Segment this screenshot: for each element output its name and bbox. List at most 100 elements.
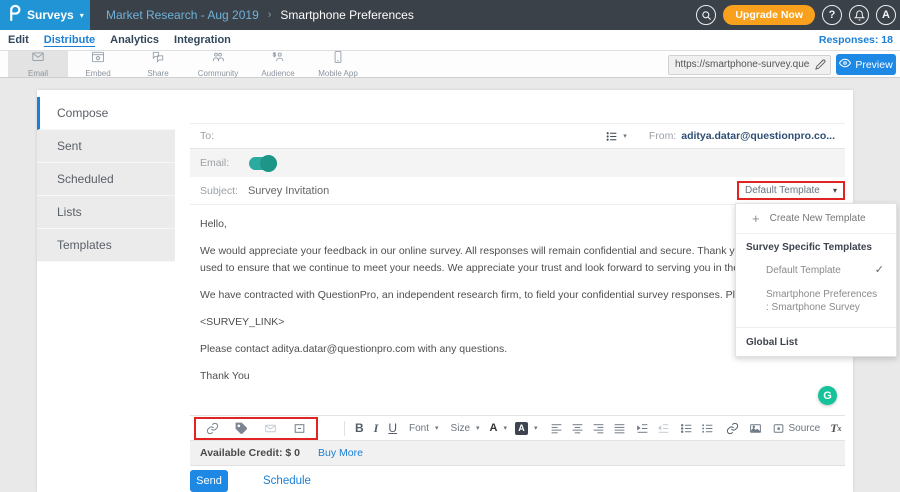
- channel-community[interactable]: Community: [188, 51, 248, 77]
- background-color-button[interactable]: A ▾: [515, 422, 538, 435]
- available-credit-label: Available Credit: $ 0: [200, 447, 300, 459]
- subject-label: Subject:: [200, 185, 238, 197]
- align-left-button[interactable]: [550, 422, 563, 435]
- survey-url-input[interactable]: [668, 55, 831, 75]
- hyperlink-button[interactable]: [726, 422, 739, 435]
- search-icon[interactable]: [696, 5, 716, 25]
- create-new-template-item[interactable]: + Create New Template: [736, 204, 896, 234]
- chevron-down-icon: ▾: [623, 132, 627, 140]
- questionpro-email-distribute-screen: Surveys ▾ Market Research - Aug 2019 › S…: [0, 0, 900, 492]
- breadcrumb: Market Research - Aug 2019 › Smartphone …: [106, 8, 414, 22]
- font-dropdown[interactable]: Font ▾: [409, 423, 439, 434]
- email-label: Email:: [200, 157, 229, 169]
- insert-link-icon[interactable]: [206, 422, 219, 435]
- community-icon: [211, 50, 225, 69]
- email-body-line: Thank You: [200, 368, 835, 385]
- global-list-header[interactable]: Global List: [736, 328, 896, 350]
- bold-button[interactable]: B: [355, 421, 364, 435]
- compose-footer: Send Schedule: [190, 466, 845, 492]
- email-template-icon[interactable]: [264, 422, 277, 435]
- template-dropdown-menu: + Create New Template Survey Specific Te…: [735, 203, 897, 357]
- buy-more-link[interactable]: Buy More: [318, 447, 363, 459]
- check-icon: ✓: [875, 263, 884, 276]
- tab-analytics[interactable]: Analytics: [110, 34, 159, 46]
- text-color-button[interactable]: A ▾: [490, 422, 507, 434]
- credit-row: Available Credit: $ 0 Buy More: [190, 441, 845, 466]
- notifications-bell-icon[interactable]: [849, 5, 869, 25]
- channel-embed[interactable]: Embed: [68, 51, 128, 77]
- sidebar-item-sent[interactable]: Sent: [37, 130, 175, 163]
- sidebar-item-lists[interactable]: Lists: [37, 196, 175, 229]
- template-option-default[interactable]: Default Template ✓: [736, 259, 896, 282]
- responses-count[interactable]: Responses: 18: [819, 34, 893, 46]
- survey-url-field: [668, 54, 831, 74]
- to-row: To: ▾ From: aditya.datar@questionpro.co.…: [190, 123, 845, 149]
- edit-url-pencil-icon[interactable]: [815, 57, 826, 75]
- subject-value[interactable]: Survey Invitation: [248, 185, 329, 197]
- breadcrumb-separator: ›: [268, 9, 272, 21]
- breadcrumb-parent[interactable]: Market Research - Aug 2019: [106, 8, 259, 22]
- template-select[interactable]: Default Template ▾: [737, 181, 845, 200]
- subject-row: Subject: Survey Invitation Default Templ…: [190, 177, 845, 205]
- to-label: To:: [200, 130, 214, 142]
- email-icon: [31, 50, 45, 69]
- topbar-actions: Upgrade Now ? A: [696, 5, 900, 25]
- sidebar-item-templates[interactable]: Templates: [37, 229, 175, 262]
- remove-format-button[interactable]: Tx: [830, 421, 841, 436]
- topbar: Surveys ▾ Market Research - Aug 2019 › S…: [0, 0, 900, 30]
- annotation-highlight-toolbar: [194, 417, 318, 440]
- embed-icon: [91, 50, 105, 69]
- help-button[interactable]: ?: [822, 5, 842, 25]
- bullet-list-button[interactable]: [680, 422, 693, 435]
- numbered-list-button[interactable]: [701, 422, 714, 435]
- avatar[interactable]: A: [876, 5, 896, 25]
- template-option-smartphone[interactable]: Smartphone Preferences : Smartphone Surv…: [736, 282, 896, 320]
- chevron-down-icon: ▾: [534, 424, 538, 432]
- channel-audience[interactable]: $ Audience: [248, 51, 308, 77]
- tab-distribute[interactable]: Distribute: [44, 34, 95, 46]
- chevron-down-icon: ▾: [435, 424, 439, 432]
- insert-image-button[interactable]: [749, 422, 762, 435]
- toolbar-divider: [344, 421, 345, 436]
- from-label: From:: [649, 130, 676, 142]
- align-center-button[interactable]: [571, 422, 584, 435]
- survey-subnav: Edit Distribute Analytics Integration Re…: [0, 30, 900, 51]
- survey-specific-templates-header: Survey Specific Templates: [736, 234, 896, 259]
- svg-text:$: $: [273, 52, 277, 58]
- chevron-down-icon: ▾: [833, 186, 837, 195]
- preview-button[interactable]: Preview: [836, 54, 896, 75]
- merge-tag-icon[interactable]: [235, 422, 248, 435]
- embed-field-icon[interactable]: [293, 422, 306, 435]
- email-compose-panel: Compose Sent Scheduled Lists Templates T…: [37, 90, 853, 492]
- chevron-down-icon: ▾: [503, 424, 507, 432]
- channel-share[interactable]: Share: [128, 51, 188, 77]
- from-address-link[interactable]: aditya.datar@questionpro.co...: [681, 130, 835, 142]
- email-toggle-row: Email:: [190, 149, 845, 177]
- decrease-indent-button[interactable]: [657, 422, 670, 435]
- schedule-link[interactable]: Schedule: [263, 475, 311, 487]
- tab-edit[interactable]: Edit: [8, 34, 29, 46]
- chevron-down-icon: ▾: [476, 424, 480, 432]
- tab-integration[interactable]: Integration: [174, 34, 231, 46]
- editor-toolbar: B I U Font ▾ Size ▾ A ▾ A ▾: [190, 415, 845, 441]
- channel-email[interactable]: Email: [8, 51, 68, 77]
- underline-button[interactable]: U: [388, 421, 397, 435]
- align-justify-button[interactable]: [613, 422, 626, 435]
- upgrade-now-button[interactable]: Upgrade Now: [723, 5, 815, 25]
- email-toggle[interactable]: [249, 157, 277, 170]
- grammarly-icon[interactable]: G: [818, 386, 837, 405]
- email-sidebar: Compose Sent Scheduled Lists Templates: [37, 97, 175, 262]
- size-dropdown[interactable]: Size ▾: [451, 423, 480, 434]
- plus-icon: +: [752, 211, 760, 226]
- channel-mobile-app[interactable]: Mobile App: [308, 51, 368, 77]
- sidebar-item-scheduled[interactable]: Scheduled: [37, 163, 175, 196]
- align-right-button[interactable]: [592, 422, 605, 435]
- sidebar-item-compose[interactable]: Compose: [37, 97, 175, 130]
- send-button[interactable]: Send: [190, 470, 228, 492]
- surveys-menu[interactable]: Surveys ▾: [0, 0, 90, 30]
- to-input[interactable]: [220, 130, 605, 142]
- italic-button[interactable]: I: [374, 421, 379, 436]
- increase-indent-button[interactable]: [636, 422, 649, 435]
- recipient-list-button[interactable]: ▾: [605, 130, 627, 143]
- source-button[interactable]: Source: [772, 422, 821, 435]
